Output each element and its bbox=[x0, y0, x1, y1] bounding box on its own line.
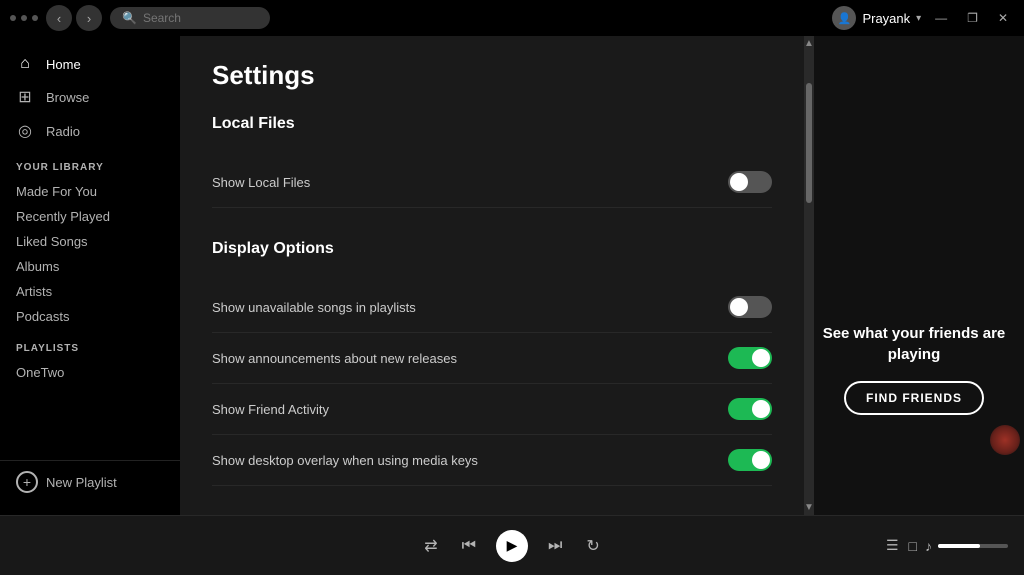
right-panel: ▲ ▼ See what your friends are playing FI… bbox=[804, 36, 1024, 515]
show-local-files-label: Show Local Files bbox=[212, 175, 310, 190]
sidebar-item-made-for-you[interactable]: Made For You bbox=[0, 179, 180, 204]
toggle-slider bbox=[728, 171, 772, 193]
sidebar-item-radio-label: Radio bbox=[46, 124, 80, 139]
display-options-section-title: Display Options bbox=[212, 240, 772, 266]
toggle-slider bbox=[728, 296, 772, 318]
new-releases-label: Show announcements about new releases bbox=[212, 351, 457, 366]
settings-container: Settings Local Files Show Local Files Di… bbox=[180, 36, 804, 515]
devices-button[interactable]: □ bbox=[909, 538, 917, 554]
find-friends-button[interactable]: FIND FRIENDS bbox=[844, 381, 984, 415]
library-section-title: YOUR LIBRARY bbox=[0, 148, 180, 179]
search-icon: 🔍 bbox=[122, 11, 137, 25]
sidebar-item-browse-label: Browse bbox=[46, 90, 89, 105]
dot-1 bbox=[10, 15, 16, 21]
unavailable-songs-label: Show unavailable songs in playlists bbox=[212, 300, 416, 315]
dot-2 bbox=[21, 15, 27, 21]
user-name: Prayank bbox=[862, 11, 910, 26]
dot-3 bbox=[32, 15, 38, 21]
minimize-button[interactable]: — bbox=[929, 9, 953, 27]
titlebar-left: ‹ › 🔍 bbox=[10, 5, 270, 31]
window-controls: — ❐ ✕ bbox=[929, 9, 1014, 27]
setting-row-new-releases: Show announcements about new releases bbox=[212, 333, 772, 384]
sidebar-bottom: + New Playlist bbox=[0, 460, 180, 503]
sidebar-item-artists[interactable]: Artists bbox=[0, 279, 180, 304]
sidebar-item-home-label: Home bbox=[46, 57, 81, 72]
chevron-down-icon: ▾ bbox=[916, 13, 921, 24]
new-playlist-button[interactable]: + New Playlist bbox=[16, 471, 117, 493]
user-icon: 👤 bbox=[838, 12, 852, 25]
sidebar-item-albums[interactable]: Albums bbox=[0, 254, 180, 279]
player-icons: ☰ □ bbox=[886, 537, 917, 554]
sidebar: ⌂ Home ⊞ Browse ◎ Radio YOUR LIBRARY Mad… bbox=[0, 36, 180, 515]
nav-forward-button[interactable]: › bbox=[76, 5, 102, 31]
player-right: ☰ □ ♪ bbox=[808, 537, 1008, 554]
toggle-slider bbox=[728, 347, 772, 369]
browse-icon: ⊞ bbox=[16, 87, 34, 107]
shuffle-button[interactable]: ⇄ bbox=[420, 532, 441, 560]
plus-icon: + bbox=[16, 471, 38, 493]
desktop-overlay-label: Show desktop overlay when using media ke… bbox=[212, 453, 478, 468]
radio-icon: ◎ bbox=[16, 121, 34, 141]
titlebar: ‹ › 🔍 👤 Prayank ▾ — ❐ ✕ bbox=[0, 0, 1024, 36]
search-input[interactable] bbox=[143, 11, 258, 25]
scrollbar-thumb bbox=[806, 83, 812, 203]
sidebar-item-radio[interactable]: ◎ Radio bbox=[0, 114, 180, 148]
player-center: ⇄ ⏮ ▶ ⏭ ↻ bbox=[420, 530, 604, 562]
restore-button[interactable]: ❐ bbox=[961, 9, 984, 27]
close-button[interactable]: ✕ bbox=[992, 9, 1014, 27]
setting-row-unavailable-songs: Show unavailable songs in playlists bbox=[212, 282, 772, 333]
sidebar-item-recently-played[interactable]: Recently Played bbox=[0, 204, 180, 229]
show-local-files-toggle[interactable] bbox=[728, 171, 772, 193]
new-playlist-label: New Playlist bbox=[46, 475, 117, 490]
scrollbar-body bbox=[806, 53, 812, 498]
main-layout: ⌂ Home ⊞ Browse ◎ Radio YOUR LIBRARY Mad… bbox=[0, 36, 1024, 515]
search-bar[interactable]: 🔍 bbox=[110, 7, 270, 29]
sidebar-item-liked-songs[interactable]: Liked Songs bbox=[0, 229, 180, 254]
right-panel-friends: See what your friends are playing FIND F… bbox=[820, 323, 1008, 415]
volume-control: ♪ bbox=[925, 538, 1008, 554]
desktop-overlay-toggle[interactable] bbox=[728, 449, 772, 471]
setting-row-friend-activity: Show Friend Activity bbox=[212, 384, 772, 435]
setting-row-show-local-files: Show Local Files bbox=[212, 157, 772, 208]
titlebar-right: 👤 Prayank ▾ — ❐ ✕ bbox=[832, 6, 1014, 30]
sidebar-item-home[interactable]: ⌂ Home bbox=[0, 48, 180, 80]
user-area: 👤 Prayank ▾ bbox=[832, 6, 921, 30]
repeat-button[interactable]: ↻ bbox=[582, 532, 603, 560]
volume-fill bbox=[938, 544, 980, 548]
avatar: 👤 bbox=[832, 6, 856, 30]
titlebar-dots bbox=[10, 15, 38, 21]
toggle-slider bbox=[728, 449, 772, 471]
scroll-down-icon[interactable]: ▼ bbox=[804, 500, 816, 515]
unavailable-songs-toggle[interactable] bbox=[728, 296, 772, 318]
sidebar-item-browse[interactable]: ⊞ Browse bbox=[0, 80, 180, 114]
new-releases-toggle[interactable] bbox=[728, 347, 772, 369]
queue-button[interactable]: ☰ bbox=[886, 537, 899, 554]
playlists-section-title: PLAYLISTS bbox=[0, 329, 180, 360]
previous-button[interactable]: ⏮ bbox=[458, 533, 480, 559]
toggle-slider bbox=[728, 398, 772, 420]
titlebar-nav: ‹ › bbox=[46, 5, 102, 31]
home-icon: ⌂ bbox=[16, 55, 34, 73]
scroll-up-icon[interactable]: ▲ bbox=[804, 36, 816, 51]
friend-activity-toggle[interactable] bbox=[728, 398, 772, 420]
scrollbar-track: ▲ ▼ bbox=[804, 36, 814, 515]
content-area: Settings Local Files Show Local Files Di… bbox=[180, 36, 804, 515]
local-files-section-title: Local Files bbox=[212, 115, 772, 141]
friend-activity-label: Show Friend Activity bbox=[212, 402, 329, 417]
sidebar-item-podcasts[interactable]: Podcasts bbox=[0, 304, 180, 329]
volume-icon: ♪ bbox=[925, 538, 932, 554]
settings-title: Settings bbox=[212, 60, 772, 91]
volume-slider[interactable] bbox=[938, 544, 1008, 548]
play-pause-button[interactable]: ▶ bbox=[496, 530, 528, 562]
watermark-logo bbox=[990, 425, 1020, 455]
next-button[interactable]: ⏭ bbox=[544, 533, 566, 559]
player-bar: ⇄ ⏮ ▶ ⏭ ↻ ☰ □ ♪ bbox=[0, 515, 1024, 575]
sidebar-item-playlist-onetwo[interactable]: OneTwo bbox=[0, 360, 180, 385]
setting-row-desktop-overlay: Show desktop overlay when using media ke… bbox=[212, 435, 772, 486]
nav-back-button[interactable]: ‹ bbox=[46, 5, 72, 31]
friends-text: See what your friends are playing bbox=[820, 323, 1008, 365]
